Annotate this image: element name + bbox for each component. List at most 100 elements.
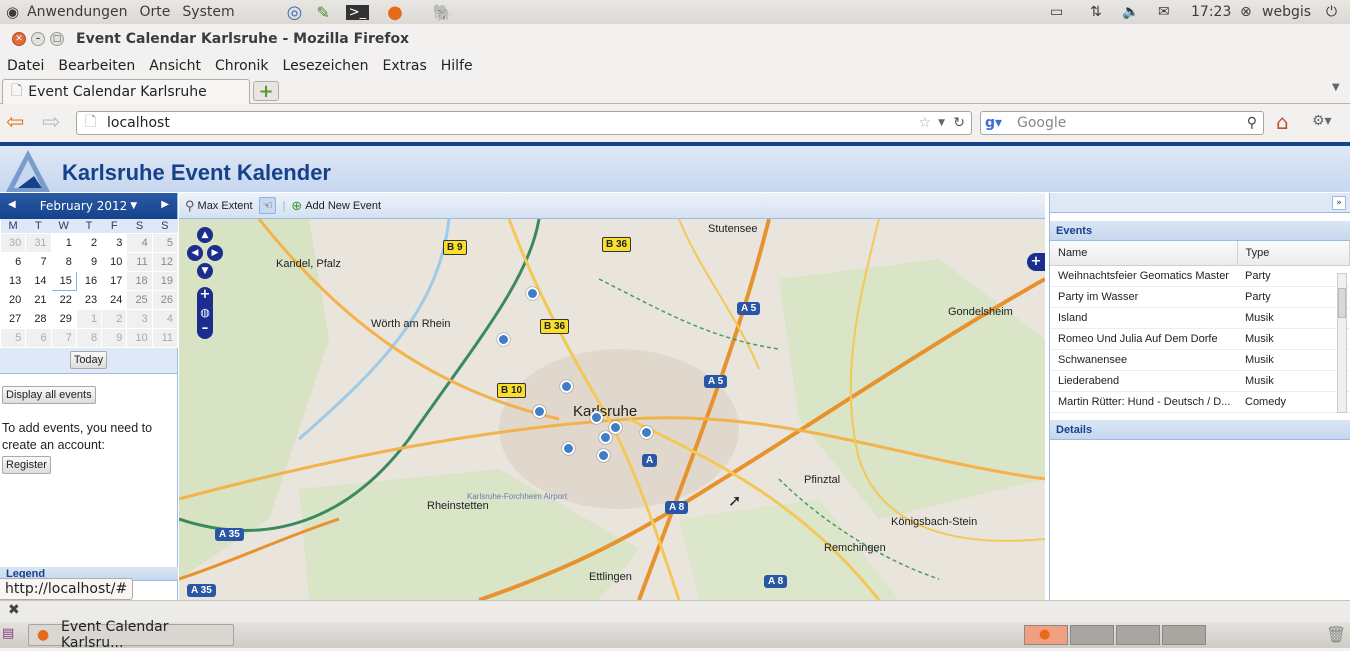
calendar-day[interactable]: 10 bbox=[126, 327, 153, 348]
next-month-icon[interactable]: ▶ bbox=[161, 199, 169, 210]
zoom-in-icon[interactable]: + bbox=[197, 287, 213, 303]
clock[interactable]: 17:23 bbox=[1191, 4, 1231, 20]
event-row[interactable]: Party im Wasser Party bbox=[1050, 286, 1350, 308]
calendar-day[interactable]: 2 bbox=[75, 232, 103, 253]
event-row[interactable]: Martin Rütter: Hund - Deutsch / D... Come… bbox=[1050, 391, 1350, 413]
mail-icon[interactable]: ✉ bbox=[1158, 4, 1170, 20]
calendar-day[interactable]: 25 bbox=[126, 289, 153, 310]
chromium-launcher-icon[interactable]: ◎ bbox=[287, 2, 303, 23]
event-name-cell[interactable]: Island bbox=[1050, 307, 1237, 329]
calendar-day[interactable]: 4 bbox=[126, 232, 153, 253]
minimize-window-button[interactable]: – bbox=[31, 32, 45, 46]
event-marker[interactable] bbox=[599, 431, 612, 444]
column-header-name[interactable]: Name bbox=[1050, 241, 1238, 266]
column-header-type[interactable]: Type bbox=[1237, 241, 1350, 266]
max-extent-button[interactable]: Max Extent bbox=[198, 200, 253, 212]
calendar-day[interactable]: 18 bbox=[126, 270, 153, 291]
event-marker[interactable] bbox=[590, 411, 603, 424]
pan-tool-icon[interactable]: ☜ bbox=[258, 197, 277, 214]
taskbar-item-firefox[interactable]: ● Event Calendar Karlsru... bbox=[28, 619, 234, 651]
calendar-day[interactable]: 31 bbox=[25, 232, 52, 253]
event-name-cell[interactable]: Romeo Und Julia Auf Dem Dorfe bbox=[1050, 328, 1237, 350]
firefox-launcher-icon[interactable]: ● bbox=[387, 2, 403, 23]
collapse-panel-icon[interactable]: » bbox=[1332, 196, 1346, 210]
applications-menu[interactable]: Anwendungen bbox=[27, 4, 127, 20]
calendar-day[interactable]: 10 bbox=[101, 251, 128, 272]
event-name-cell[interactable]: Weihnachtsfeier Geomatics Master bbox=[1050, 265, 1237, 287]
search-bar[interactable]: g▾ Google ⚲ bbox=[980, 111, 1264, 135]
event-marker[interactable] bbox=[533, 405, 546, 418]
event-name-cell[interactable]: Schwanensee bbox=[1050, 349, 1237, 371]
calendar-day[interactable]: 28 bbox=[25, 308, 52, 329]
calendar-day[interactable]: 7 bbox=[25, 251, 52, 272]
google-icon[interactable]: g▾ bbox=[985, 115, 1002, 131]
menu-ansicht[interactable]: Ansicht bbox=[149, 58, 208, 74]
forward-arrow-icon[interactable]: ⇨ bbox=[42, 110, 60, 135]
close-window-button[interactable]: ✕ bbox=[12, 32, 26, 46]
tab-list-icon[interactable]: ▼ bbox=[1332, 82, 1340, 93]
zoom-extent-icon[interactable]: ⚲ bbox=[185, 198, 195, 214]
calendar-day[interactable]: 6 bbox=[25, 327, 52, 348]
menu-extras[interactable]: Extras bbox=[383, 58, 434, 74]
event-marker[interactable] bbox=[562, 442, 575, 455]
calendar-day[interactable]: 5 bbox=[151, 232, 179, 253]
places-menu[interactable]: Orte bbox=[140, 4, 171, 20]
reload-icon[interactable]: ↻ bbox=[953, 115, 965, 131]
event-row[interactable]: Schwanensee Musik bbox=[1050, 349, 1350, 371]
tab-event-calendar[interactable]: 🗋 Event Calendar Karlsruhe bbox=[2, 79, 250, 104]
event-marker[interactable] bbox=[497, 333, 510, 346]
layer-switcher-icon[interactable]: + bbox=[1027, 253, 1045, 271]
network-icon[interactable]: ⇅ bbox=[1090, 4, 1102, 20]
calendar-day[interactable]: 11 bbox=[126, 251, 153, 272]
url-dropdown-icon[interactable]: ▼ bbox=[938, 118, 945, 128]
event-row[interactable]: Weihnachtsfeier Geomatics Master Party bbox=[1050, 265, 1350, 287]
event-name-cell[interactable]: Martin Rütter: Hund - Deutsch / D... bbox=[1050, 391, 1237, 413]
site-identity-icon[interactable]: 🗋 bbox=[85, 111, 96, 135]
calendar-day[interactable]: 9 bbox=[75, 251, 103, 272]
calendar-day[interactable]: 7 bbox=[50, 327, 77, 348]
menu-lesezeichen[interactable]: Lesezeichen bbox=[283, 58, 376, 74]
calendar-day[interactable]: 16 bbox=[75, 270, 103, 291]
prev-month-icon[interactable]: ◀ bbox=[8, 199, 16, 210]
zoom-out-icon[interactable]: – bbox=[197, 321, 213, 337]
battery-icon[interactable]: ▭ bbox=[1050, 4, 1063, 20]
workspace-4[interactable] bbox=[1162, 625, 1206, 645]
pan-right-icon[interactable]: ▶ bbox=[207, 245, 223, 261]
calendar-day[interactable]: 8 bbox=[75, 327, 103, 348]
events-panel-header[interactable]: Events bbox=[1050, 221, 1350, 241]
scrollbar-thumb[interactable] bbox=[1338, 288, 1346, 318]
calendar-day[interactable]: 27 bbox=[0, 308, 27, 329]
back-arrow-icon[interactable]: ⇦ bbox=[6, 110, 24, 135]
calendar-day[interactable]: 11 bbox=[151, 327, 179, 348]
calendar-day[interactable]: 6 bbox=[0, 251, 27, 272]
chevron-down-icon[interactable]: ▼ bbox=[130, 201, 137, 211]
event-name-cell[interactable]: Liederabend bbox=[1050, 370, 1237, 392]
terminal-launcher-icon[interactable]: >_ bbox=[345, 4, 370, 20]
addon-icon[interactable]: ⚙▾ bbox=[1312, 113, 1332, 129]
menu-datei[interactable]: Datei bbox=[7, 58, 51, 74]
calendar-day[interactable]: 21 bbox=[25, 289, 52, 310]
close-addon-bar-icon[interactable]: ✖ bbox=[8, 602, 20, 618]
event-marker[interactable] bbox=[560, 380, 573, 393]
url-bar[interactable]: 🗋 localhost ☆ ▼ ↻ bbox=[76, 111, 972, 135]
event-row[interactable]: Romeo Und Julia Auf Dem Dorfe Musik bbox=[1050, 328, 1350, 350]
event-row[interactable]: Island Musik bbox=[1050, 307, 1350, 329]
trash-icon[interactable]: 🗑 bbox=[1326, 625, 1346, 644]
details-panel-header[interactable]: Details bbox=[1050, 420, 1350, 440]
calendar-day[interactable]: 15 bbox=[50, 270, 77, 291]
workspace-3[interactable] bbox=[1116, 625, 1160, 645]
event-marker[interactable] bbox=[597, 449, 610, 462]
url-text[interactable]: localhost bbox=[107, 115, 170, 131]
calendar-day[interactable]: 9 bbox=[101, 327, 128, 348]
menu-hilfe[interactable]: Hilfe bbox=[441, 58, 480, 74]
event-marker[interactable] bbox=[609, 421, 622, 434]
calendar-day[interactable]: 29 bbox=[50, 308, 77, 329]
event-marker[interactable] bbox=[640, 426, 653, 439]
register-button[interactable]: Register bbox=[2, 455, 51, 474]
event-type-cell[interactable]: Party bbox=[1237, 286, 1350, 308]
workspace-1[interactable]: ● bbox=[1024, 625, 1068, 645]
pan-up-icon[interactable]: ▲ bbox=[197, 227, 213, 243]
calendar-day[interactable]: 4 bbox=[151, 308, 179, 329]
calendar-day[interactable]: 26 bbox=[151, 289, 179, 310]
power-icon[interactable]: ⏻ bbox=[1326, 4, 1337, 20]
